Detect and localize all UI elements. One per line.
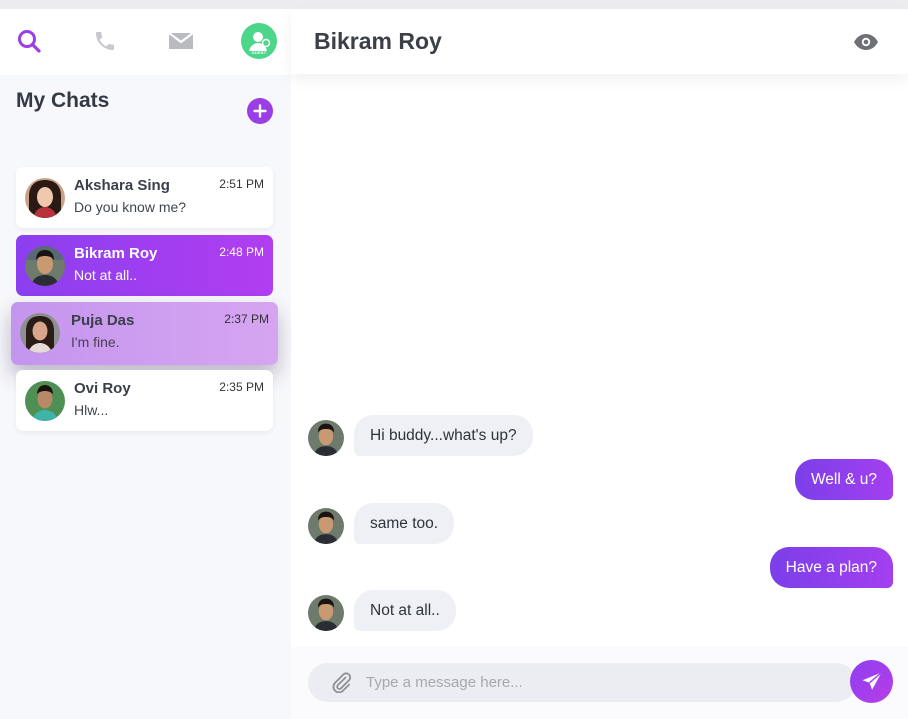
message-bubble-outgoing: Well & u?	[794, 459, 893, 500]
window-top-strip	[0, 0, 908, 9]
chat-last-message: Not at all..	[74, 267, 138, 283]
avatar	[25, 381, 65, 421]
calls-button[interactable]	[87, 23, 123, 59]
chat-item-bikram-roy[interactable]: Bikram Roy Not at all.. 2:48 PM	[16, 235, 273, 296]
send-icon	[862, 671, 882, 690]
message-input[interactable]	[366, 663, 836, 702]
guest-badge-label: GUEST	[251, 50, 267, 55]
chat-time: 2:51 PM	[219, 177, 264, 191]
sidebar: GUEST My Chats Akshara Sing Do you know …	[0, 9, 291, 719]
mail-icon	[168, 32, 194, 49]
message-bubble-incoming: same too.	[354, 503, 455, 544]
guest-profile-button[interactable]: GUEST	[241, 23, 277, 59]
message-list: Hi buddy...what's up? Well & u? same too…	[291, 74, 908, 647]
attach-button[interactable]	[330, 671, 352, 694]
chat-last-message: Hlw...	[74, 402, 109, 418]
chat-item-ovi-roy[interactable]: Ovi Roy Hlw... 2:35 PM	[16, 370, 273, 431]
avatar	[20, 313, 60, 353]
chat-time: 2:48 PM	[219, 245, 264, 259]
chat-contact-name: Bikram Roy	[74, 245, 158, 262]
chat-last-message: Do you know me?	[74, 199, 187, 215]
my-chats-title: My Chats	[16, 89, 110, 112]
nav-bar: GUEST	[0, 9, 291, 75]
chat-item-akshara-sing[interactable]: Akshara Sing Do you know me? 2:51 PM	[16, 167, 273, 228]
search-button[interactable]	[11, 23, 47, 59]
composer-box	[308, 663, 856, 702]
send-button[interactable]	[850, 660, 893, 703]
search-icon	[18, 30, 41, 53]
chat-contact-name: Ovi Roy	[74, 380, 131, 397]
plus-icon	[253, 104, 267, 118]
chat-item-puja-das[interactable]: Puja Das I'm fine. 2:37 PM	[11, 302, 278, 365]
message-bubble-incoming: Not at all..	[354, 590, 456, 631]
chat-panel: Bikram Roy Hi buddy...what's up? Well & …	[291, 9, 908, 719]
avatar	[25, 178, 65, 218]
phone-icon	[96, 32, 114, 50]
sender-avatar	[308, 508, 344, 544]
chat-time: 2:37 PM	[224, 312, 269, 326]
sender-avatar	[308, 595, 344, 631]
chat-header: Bikram Roy	[291, 9, 908, 74]
message-composer	[291, 647, 908, 719]
eye-icon	[854, 34, 878, 50]
add-chat-button[interactable]	[247, 98, 273, 124]
chat-contact-name: Akshara Sing	[74, 177, 170, 194]
paperclip-icon	[332, 672, 352, 694]
message-bubble-outgoing: Have a plan?	[769, 547, 893, 588]
avatar	[25, 246, 65, 286]
chat-contact-name: Puja Das	[71, 312, 135, 329]
chat-time: 2:35 PM	[219, 380, 264, 394]
chat-last-message: I'm fine.	[71, 334, 120, 350]
message-bubble-incoming: Hi buddy...what's up?	[354, 415, 533, 456]
sender-avatar	[308, 420, 344, 456]
messages-button[interactable]	[163, 23, 199, 59]
view-profile-button[interactable]	[851, 27, 881, 57]
chat-header-name: Bikram Roy	[314, 28, 442, 54]
